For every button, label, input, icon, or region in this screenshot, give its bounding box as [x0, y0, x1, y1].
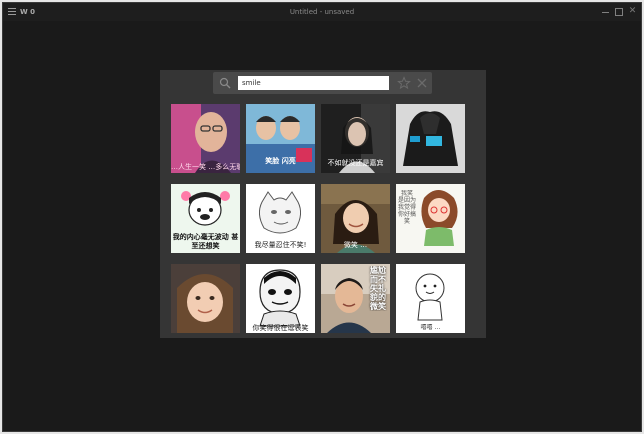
meme-caption: 嘻嘻 …	[420, 324, 441, 331]
meme-caption: 不如就没还是嘉宾	[327, 159, 384, 167]
meme-result-2[interactable]: 笑脸 闪亮	[246, 104, 315, 173]
meme-caption: 我尽量忍住不笑!	[254, 241, 307, 249]
meme-caption: 你笑得很在逗表笑	[252, 324, 309, 332]
meme-caption: …人生一笑 …多么无聊的笑	[171, 163, 240, 171]
meme-caption: 我的内心毫无波动 甚至还想笑	[172, 233, 239, 250]
meme-image-4	[396, 104, 465, 173]
meme-image-9	[171, 264, 240, 333]
meme-caption: 微笑 …	[343, 241, 368, 249]
star-icon[interactable]	[397, 76, 411, 90]
results-grid: …人生一笑 …多么无聊的笑 笑脸 闪亮	[171, 104, 465, 333]
meme-image-10	[246, 264, 315, 333]
minimize-button[interactable]	[602, 7, 611, 16]
meme-result-1[interactable]: …人生一笑 …多么无聊的笑	[171, 104, 240, 173]
title-bar: W 0 Untitled - unsaved ✕	[3, 3, 641, 21]
meme-result-4[interactable]	[396, 104, 465, 173]
close-window-button[interactable]: ✕	[628, 7, 637, 16]
meme-image-12	[396, 264, 465, 333]
search-icon	[219, 77, 231, 89]
close-icon[interactable]	[416, 77, 428, 89]
meme-result-10[interactable]: 你笑得很在逗表笑	[246, 264, 315, 333]
meme-result-9[interactable]	[171, 264, 240, 333]
meme-search-panel: …人生一笑 …多么无聊的笑 笑脸 闪亮	[160, 70, 486, 338]
meme-result-6[interactable]: 我尽量忍住不笑!	[246, 184, 315, 253]
meme-result-5[interactable]: 我的内心毫无波动 甚至还想笑	[171, 184, 240, 253]
meme-caption: 笑脸 闪亮	[265, 157, 296, 165]
meme-result-11[interactable]: 尴尬而不失礼貌的微笑	[321, 264, 390, 333]
app-window: W 0 Untitled - unsaved ✕ smile …人生一笑 …多么…	[2, 2, 642, 432]
meme-caption: 我笑 是因为 我觉得 你好搞笑	[398, 190, 416, 225]
window-title: Untitled - unsaved	[289, 8, 355, 16]
meme-result-12[interactable]: 嘻嘻 …	[396, 264, 465, 333]
meme-result-3[interactable]: 不如就没还是嘉宾	[321, 104, 390, 173]
meme-caption: 尴尬而不失礼貌的微笑	[370, 266, 386, 311]
maximize-button[interactable]	[615, 7, 624, 16]
search-input[interactable]	[238, 76, 389, 90]
search-bar	[213, 72, 432, 94]
meme-result-7[interactable]: 微笑 …	[321, 184, 390, 253]
meme-result-8[interactable]: 我笑 是因为 我觉得 你好搞笑	[396, 184, 465, 253]
